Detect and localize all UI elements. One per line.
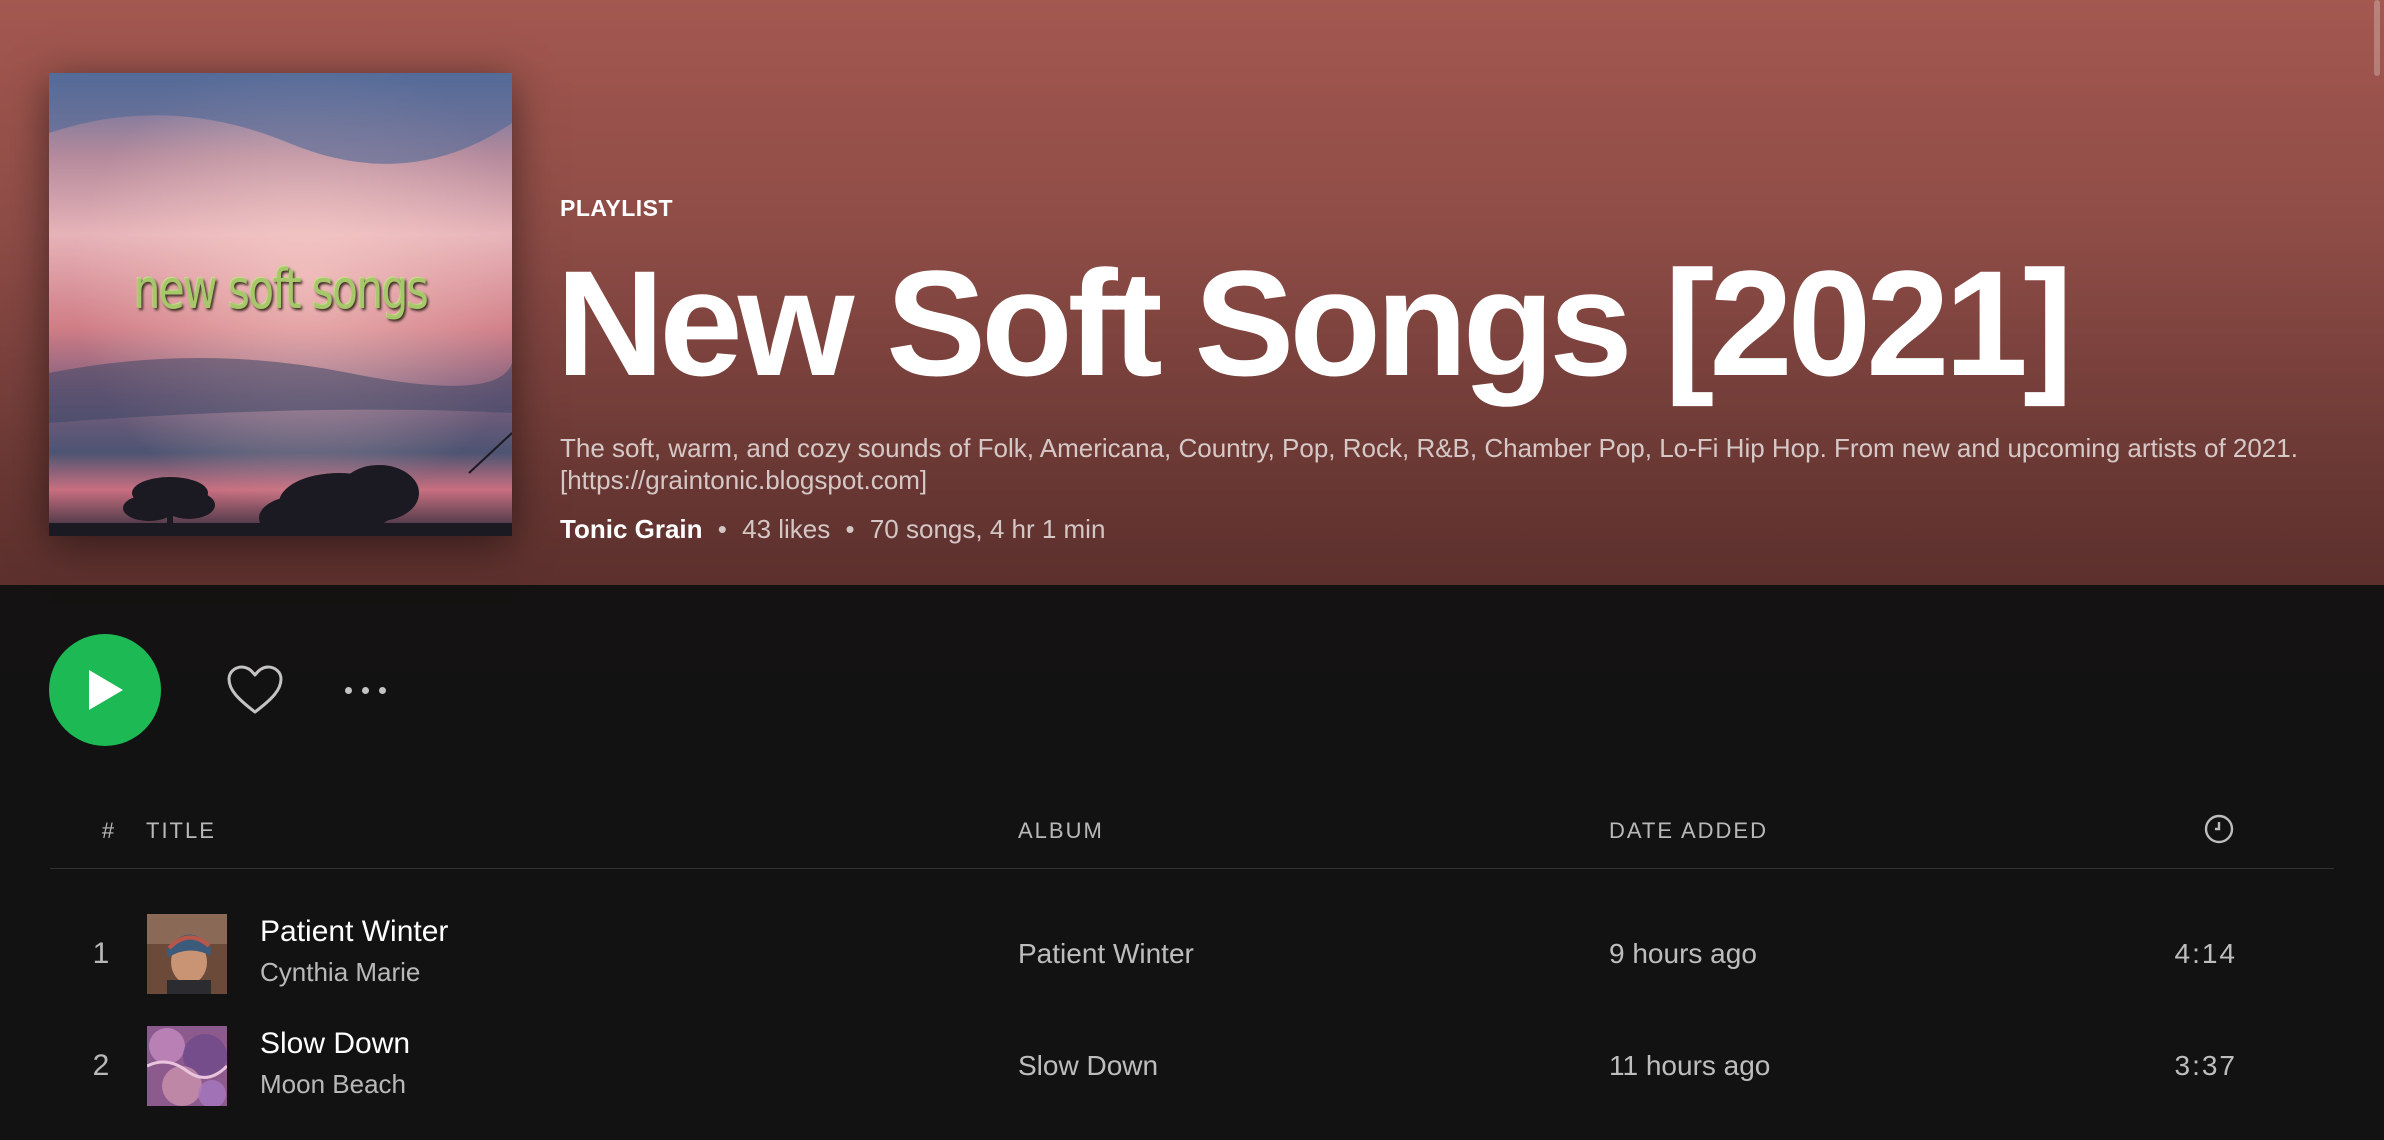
track-duration: 4:14 — [2174, 938, 2237, 969]
track-duration: 3:37 — [2174, 1050, 2237, 1081]
track-number: 1 — [92, 937, 110, 970]
track-album[interactable]: Slow Down — [1018, 1024, 1158, 1108]
playlist-cover-image[interactable]: new soft songs — [49, 73, 512, 536]
track-row[interactable]: 2 Slow Down Moon Beach Slow Down 11 hour… — [50, 1024, 2334, 1108]
playlist-likes: 43 likes — [742, 514, 831, 544]
heart-icon — [227, 665, 283, 714]
playlist-header: new soft songs PLAYLIST New Soft Songs [… — [0, 0, 2384, 585]
scrollbar-thumb[interactable] — [2374, 0, 2380, 76]
playlist-info: PLAYLIST New Soft Songs [2021] The soft,… — [556, 195, 2360, 545]
track-date-added: 9 hours ago — [1609, 938, 1757, 969]
playlist-description: The soft, warm, and cozy sounds of Folk,… — [560, 433, 2298, 495]
column-title[interactable]: TITLE — [146, 818, 216, 844]
column-date-added[interactable]: DATE ADDED — [1609, 818, 1768, 844]
track-artwork — [147, 1026, 227, 1106]
like-button[interactable] — [225, 660, 285, 720]
track-number: 2 — [92, 1049, 110, 1082]
playlist-type-label: PLAYLIST — [560, 195, 674, 221]
track-date-added: 11 hours ago — [1609, 1050, 1771, 1081]
clock-icon — [2204, 814, 2234, 844]
more-dots-icon — [344, 686, 352, 694]
playlist-page: new soft songs PLAYLIST New Soft Songs [… — [0, 0, 2384, 1140]
scrollbar[interactable] — [2368, 0, 2384, 80]
more-dots-icon — [361, 686, 369, 694]
track-artist[interactable]: Cynthia Marie — [260, 957, 420, 988]
more-options-button[interactable] — [335, 670, 395, 710]
track-title[interactable]: Patient Winter — [260, 915, 448, 949]
play-button[interactable] — [49, 634, 161, 746]
track-artwork — [147, 914, 227, 994]
more-dots-icon — [378, 686, 386, 694]
column-album[interactable]: ALBUM — [1018, 818, 1104, 844]
column-number: # — [101, 818, 117, 843]
track-title[interactable]: Slow Down — [260, 1027, 410, 1061]
playlist-owner-link[interactable]: Tonic Grain — [560, 514, 703, 544]
playlist-meta: Tonic Grain • 43 likes • 70 songs, 4 hr … — [560, 514, 2360, 545]
column-duration[interactable] — [2204, 814, 2234, 850]
track-list-header: # TITLE ALBUM DATE ADDED — [50, 810, 2334, 869]
action-bar — [49, 634, 395, 746]
cover-text: new soft songs — [133, 258, 429, 321]
meta-separator: • — [717, 514, 727, 544]
track-album[interactable]: Patient Winter — [1018, 912, 1194, 996]
track-row[interactable]: 1 Patient Winter Cynthia Marie Patient W… — [50, 912, 2334, 996]
track-artist[interactable]: Moon Beach — [260, 1069, 406, 1100]
meta-separator: • — [845, 514, 855, 544]
playlist-stats: 70 songs, 4 hr 1 min — [869, 514, 1106, 544]
play-icon — [89, 670, 123, 710]
playlist-title[interactable]: New Soft Songs [2021] — [556, 248, 2360, 398]
